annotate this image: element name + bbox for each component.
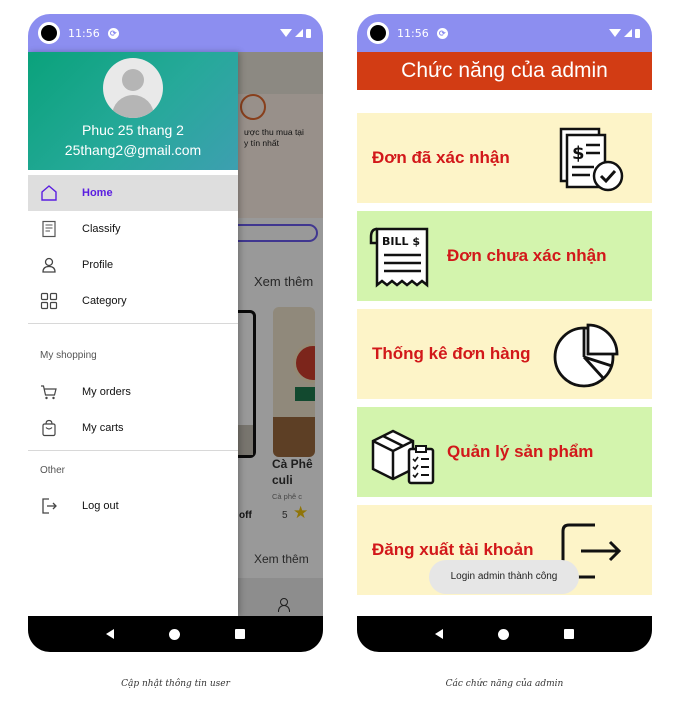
caption-right: Các chức năng của admin bbox=[445, 679, 564, 689]
bill-icon: BILL $ bbox=[369, 227, 429, 288]
drawer-item-my-orders[interactable]: My orders bbox=[28, 374, 238, 410]
home-button-icon[interactable] bbox=[168, 628, 180, 640]
page-title: Chức năng của admin bbox=[357, 52, 652, 90]
battery-icon bbox=[306, 28, 311, 38]
user-name: Phuc 25 thang 2 bbox=[82, 122, 184, 138]
admin-item-confirmed-orders[interactable]: Đơn đã xác nhận $ bbox=[357, 113, 652, 203]
status-time: 11:56 bbox=[397, 26, 429, 40]
sync-icon: ⟳ bbox=[436, 27, 448, 39]
drawer-item-home[interactable]: Home bbox=[28, 175, 238, 211]
admin-item-order-statistics[interactable]: Thống kê đơn hàng bbox=[357, 309, 652, 399]
wifi-icon bbox=[280, 29, 292, 37]
section-label-other: Other bbox=[40, 465, 66, 476]
system-nav-bar bbox=[28, 616, 323, 652]
drawer-item-label: My orders bbox=[82, 386, 131, 398]
admin-item-label: Thống kê đơn hàng bbox=[372, 344, 531, 363]
admin-screen: Chức năng của admin Đơn đã xác nhận $ BI bbox=[357, 52, 652, 616]
status-bar: 11:56 ⟳ bbox=[357, 14, 652, 52]
svg-text:BILL $: BILL $ bbox=[382, 235, 420, 248]
drawer-item-label: Profile bbox=[82, 259, 114, 271]
divider bbox=[28, 450, 238, 451]
status-bar: 11:56 ⟳ bbox=[28, 14, 323, 52]
drawer-item-my-carts[interactable]: My carts bbox=[28, 410, 238, 446]
admin-item-label: Đơn chưa xác nhận bbox=[447, 246, 607, 265]
sync-icon: ⟳ bbox=[107, 27, 119, 39]
back-icon[interactable] bbox=[105, 629, 114, 639]
admin-item-label: Quản lý sản phẩm bbox=[447, 442, 594, 461]
system-nav-bar bbox=[357, 616, 652, 652]
home-button-icon[interactable] bbox=[497, 628, 509, 640]
drawer-item-label: My carts bbox=[82, 422, 124, 434]
drawer-scrim[interactable] bbox=[238, 52, 323, 616]
confirmed-orders-icon: $ bbox=[559, 127, 624, 192]
drawer-item-label: Log out bbox=[82, 500, 119, 512]
phone-user-drawer: 11:56 ⟳ ược thu mua tại y tín nhất Xem t… bbox=[28, 14, 323, 652]
logout-icon bbox=[42, 498, 57, 514]
battery-icon bbox=[635, 28, 640, 38]
caption-left: Cập nhật thông tin user bbox=[121, 679, 230, 689]
section-label-shopping: My shopping bbox=[40, 350, 97, 361]
svg-text:$: $ bbox=[572, 143, 585, 164]
drawer-item-label: Home bbox=[82, 187, 113, 199]
admin-item-product-management[interactable]: Quản lý sản phẩm bbox=[357, 407, 652, 497]
drawer-header: Phuc 25 thang 2 25thang2@gmail.com bbox=[28, 52, 238, 170]
divider bbox=[28, 323, 238, 324]
signal-icon bbox=[295, 29, 303, 37]
drawer-item-label: Classify bbox=[82, 223, 121, 235]
navigation-drawer: Phuc 25 thang 2 25thang2@gmail.com Home … bbox=[28, 52, 238, 616]
status-icons bbox=[609, 28, 640, 38]
camera-cutout bbox=[38, 22, 60, 44]
box-checklist-icon bbox=[371, 429, 435, 485]
drawer-item-log-out[interactable]: Log out bbox=[28, 488, 238, 524]
recent-apps-icon[interactable] bbox=[564, 629, 575, 639]
user-email: 25thang2@gmail.com bbox=[64, 142, 202, 158]
status-time: 11:56 bbox=[68, 26, 100, 40]
drawer-item-category[interactable]: Category bbox=[28, 283, 238, 319]
camera-cutout bbox=[367, 22, 389, 44]
person-icon bbox=[42, 257, 56, 273]
phone-admin: 11:56 ⟳ Chức năng của admin Đơn đã xác n… bbox=[357, 14, 652, 652]
drawer-item-label: Category bbox=[82, 295, 127, 307]
avatar[interactable] bbox=[103, 58, 163, 118]
drawer-item-classify[interactable]: Classify bbox=[28, 211, 238, 247]
recent-apps-icon[interactable] bbox=[235, 629, 246, 639]
status-icons bbox=[280, 28, 311, 38]
admin-item-unconfirmed-orders[interactable]: BILL $ Đơn chưa xác nhận bbox=[357, 211, 652, 301]
shopping-bag-icon bbox=[42, 419, 56, 437]
home-icon bbox=[41, 185, 57, 201]
grid-icon bbox=[40, 292, 58, 310]
signal-icon bbox=[624, 29, 632, 37]
back-icon[interactable] bbox=[434, 629, 443, 639]
cart-icon bbox=[41, 385, 57, 400]
admin-item-label: Đơn đã xác nhận bbox=[372, 148, 510, 167]
pie-chart-icon bbox=[553, 323, 619, 388]
receipt-icon bbox=[42, 220, 56, 238]
drawer-item-profile[interactable]: Profile bbox=[28, 247, 238, 283]
wifi-icon bbox=[609, 29, 621, 37]
toast-message: Login admin thành công bbox=[429, 560, 579, 594]
